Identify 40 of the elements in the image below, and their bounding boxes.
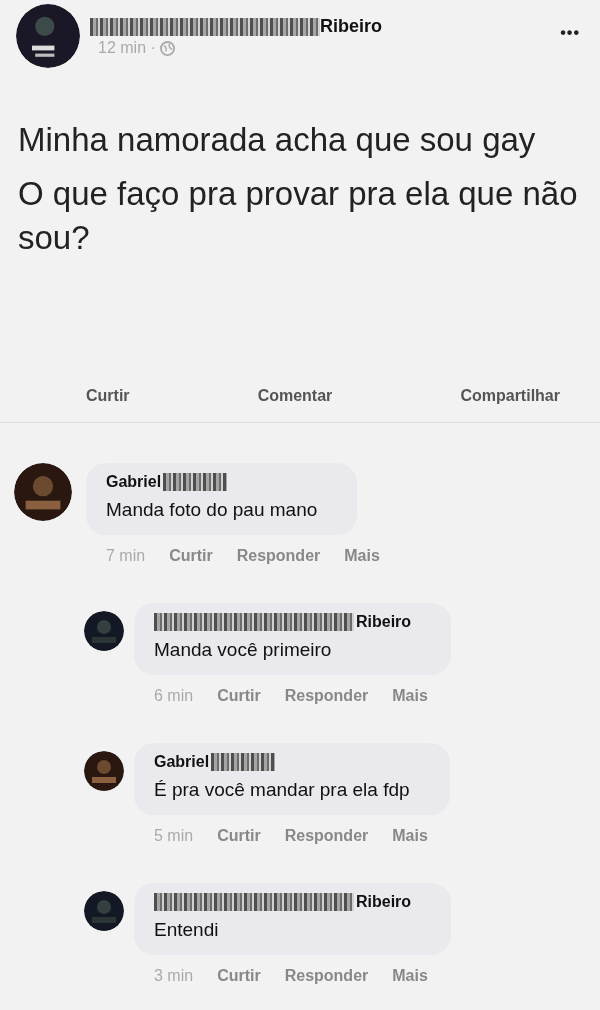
comment-action-link[interactable]: Curtir [217,687,261,705]
avatar [84,891,124,931]
post-action-button[interactable]: Curtir [80,370,136,422]
comment-text: É pra você mandar pra ela fdp [154,779,410,801]
comment-action-link[interactable]: Responder [236,547,321,565]
avatar [84,611,124,651]
comment-action-link[interactable]: Mais [344,547,380,565]
comment-action-link[interactable]: Mais [392,967,428,985]
globe-icon [159,40,175,56]
comment-text: Entendi [154,919,220,941]
comment-time: 6 min [154,687,194,705]
more-options-button[interactable]: ••• [560,4,580,42]
comment-time: 5 min [154,827,194,845]
comment-action-link[interactable]: Mais [392,827,428,845]
avatar [16,4,80,68]
comment-action-link[interactable]: Responder [284,827,369,845]
post-text: O que faço pra provar pra ela que não sou? [18,174,578,258]
comment-action-link[interactable]: Curtir [217,827,261,845]
comment-text: Manda você primeiro [154,639,333,661]
comment-time: 3 min [154,967,194,985]
comment-author[interactable]: Gabriel [106,473,162,491]
avatar [84,751,124,791]
comment-action-link[interactable]: Responder [284,687,369,705]
post-action-button[interactable]: Compartilhar [454,370,566,422]
comment-time: 7 min [106,547,146,565]
avatar [14,463,72,521]
author-name[interactable]: Ribeiro [320,16,382,37]
comment-action-link[interactable]: Mais [392,687,428,705]
comment-text: Manda foto do pau mano [106,499,318,521]
comment-action-link[interactable]: Curtir [217,967,261,985]
post-text: Minha namorada acha que sou gay [18,120,537,160]
post-action-button[interactable]: Comentar [251,370,339,422]
redacted-name-bar [211,753,276,771]
redacted-name-bar [163,473,228,491]
post-time: 12 min · [98,39,156,57]
comment-action-link[interactable]: Curtir [169,547,213,565]
comment-action-link[interactable]: Responder [284,967,369,985]
comment-author[interactable]: Ribeiro [356,613,412,631]
comment-author[interactable]: Gabriel [154,753,210,771]
comment-author[interactable]: Ribeiro [356,893,412,911]
